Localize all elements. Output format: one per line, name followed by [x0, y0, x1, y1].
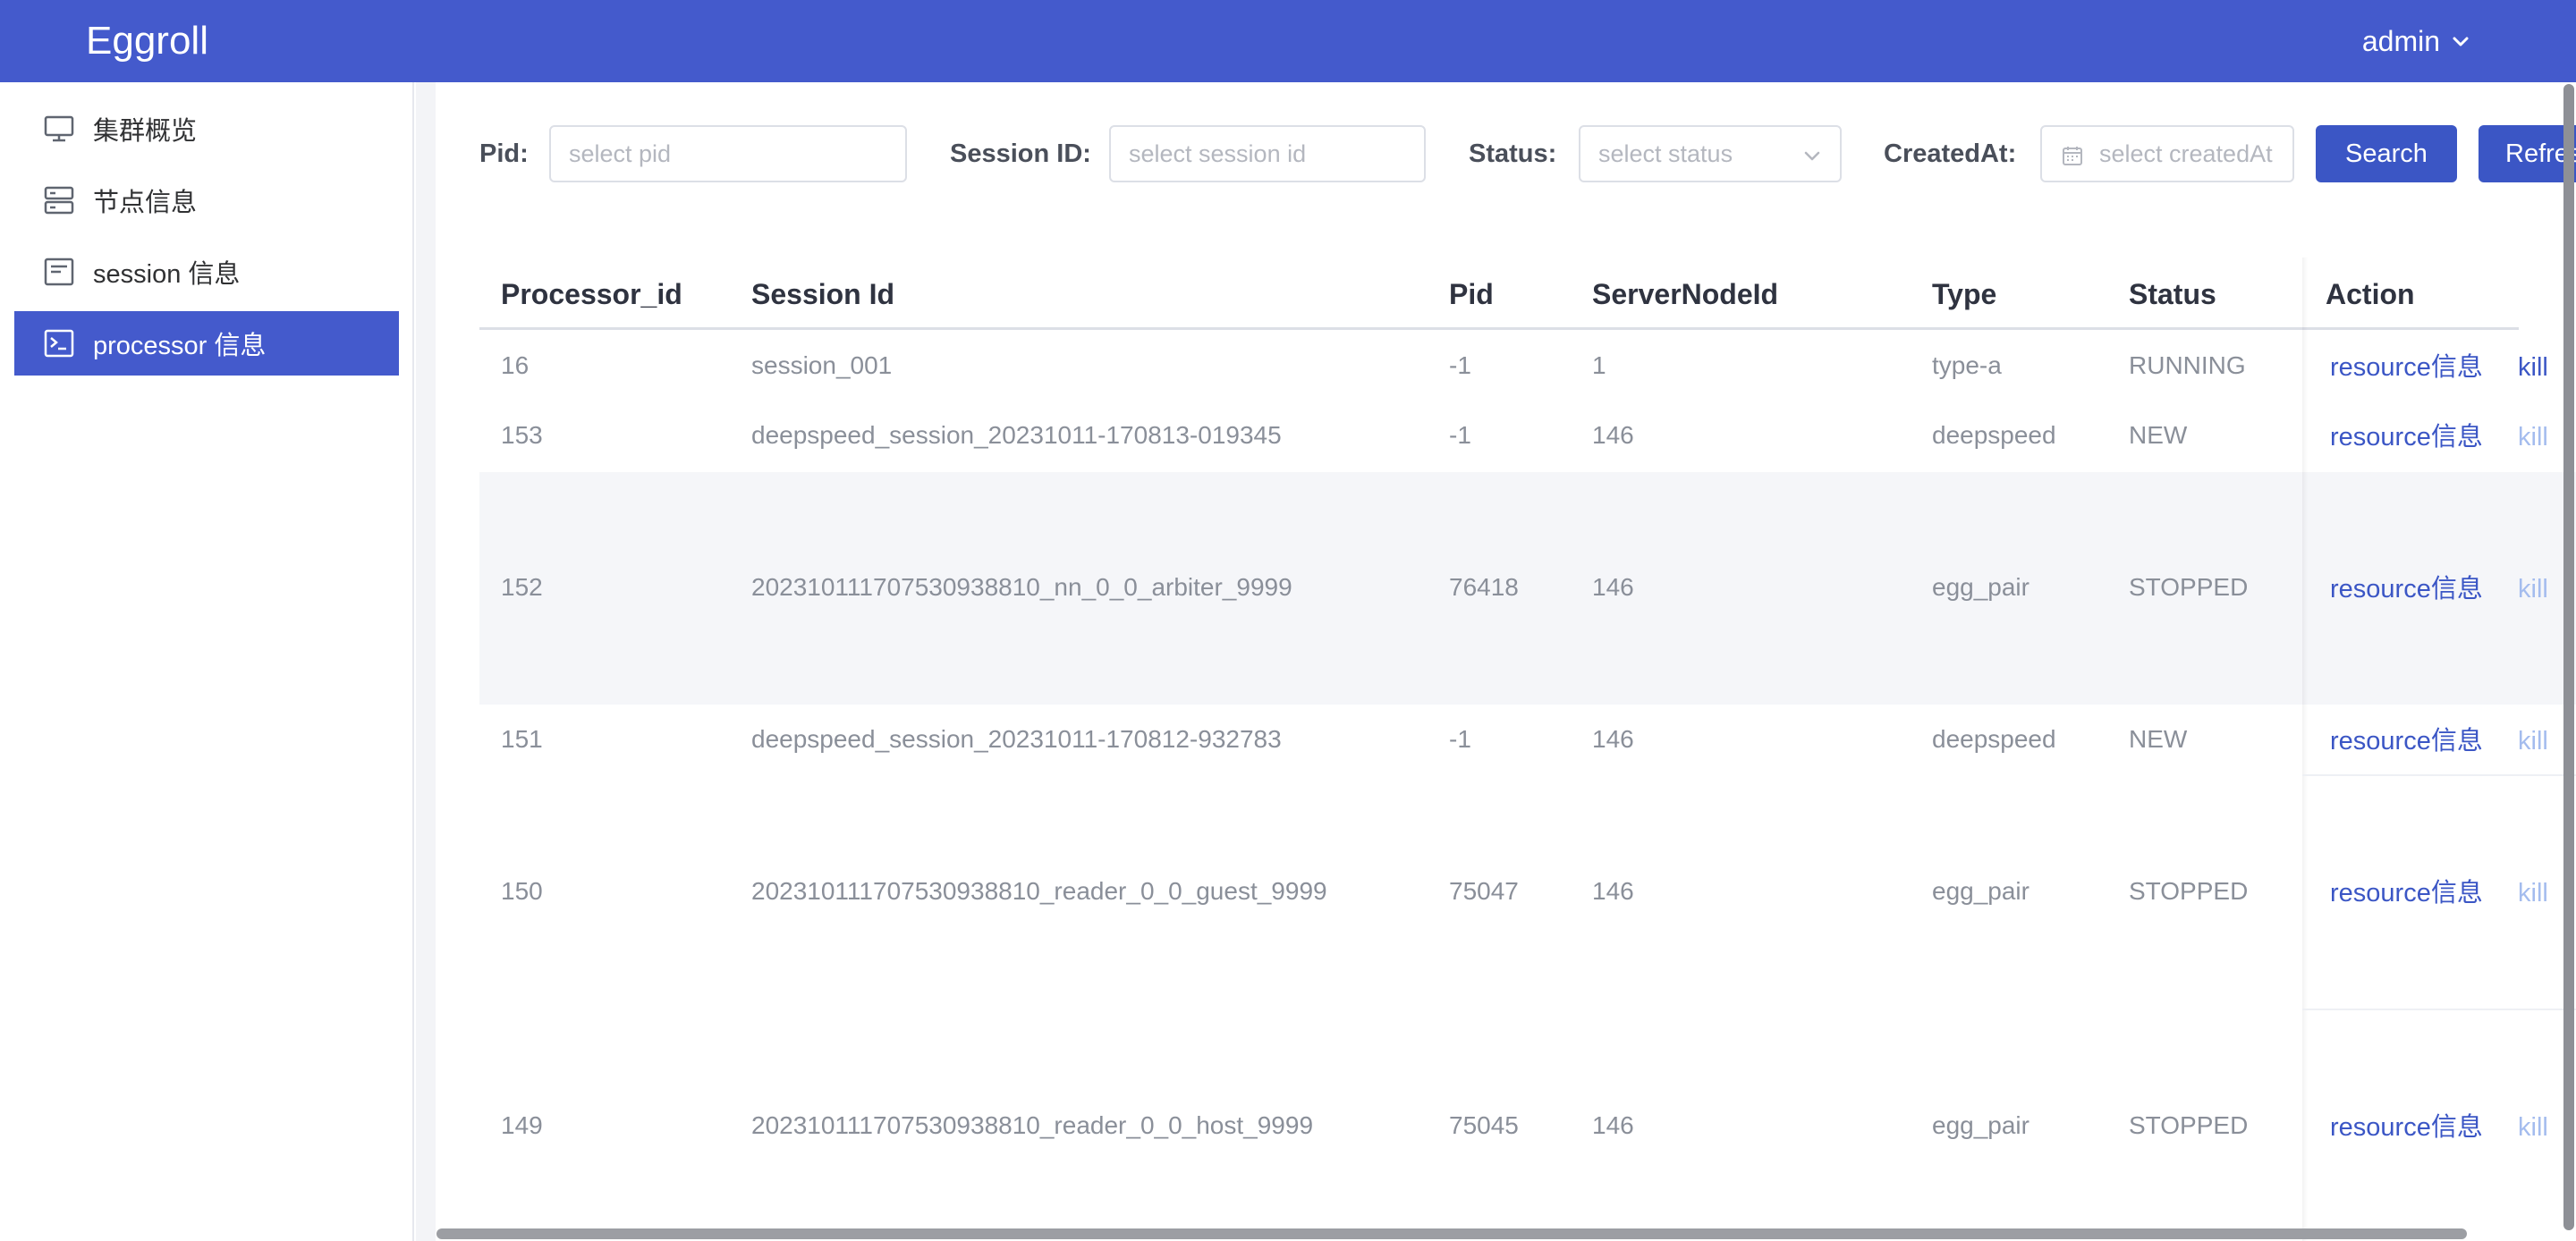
- created-at-placeholder: select createdAt: [2099, 139, 2273, 167]
- sidebar-item-label: 节点信息: [93, 189, 198, 217]
- user-menu[interactable]: admin: [2362, 21, 2470, 61]
- cell-pid: 76418: [1449, 573, 1519, 601]
- created-at-picker[interactable]: select createdAt: [2040, 125, 2294, 182]
- resource-info-link[interactable]: resource信息: [2330, 878, 2483, 908]
- server-icon: [44, 186, 74, 215]
- cell-processor-id: 16: [501, 351, 530, 379]
- kill-button[interactable]: kill: [2518, 1112, 2548, 1143]
- resource-info-link[interactable]: resource信息: [2330, 1112, 2483, 1143]
- row-divider: [2302, 774, 2576, 776]
- status-select-placeholder: select status: [1598, 139, 1733, 167]
- column-header-session-id[interactable]: Session Id: [751, 277, 894, 311]
- cell-type: deepspeed: [1932, 725, 2056, 753]
- cell-pid: -1: [1449, 421, 1471, 449]
- cell-server-node-id: 1: [1592, 351, 1606, 379]
- cell-server-node-id: 146: [1592, 421, 1634, 449]
- resource-info-link[interactable]: resource信息: [2330, 574, 2483, 604]
- sidebar-item-node-info[interactable]: 节点信息: [14, 168, 399, 232]
- kill-button[interactable]: kill: [2518, 422, 2548, 452]
- cell-server-node-id: 146: [1592, 877, 1634, 905]
- sidebar-item-label: 集群概览: [93, 117, 198, 146]
- status-select[interactable]: select status: [1579, 125, 1842, 182]
- cell-server-node-id: 146: [1592, 1111, 1634, 1139]
- cell-status: STOPPED: [2129, 877, 2249, 905]
- cell-session-id: deepspeed_session_20231011-170812-932783: [751, 725, 1282, 753]
- cell-processor-id: 153: [501, 421, 543, 449]
- status-label: Status:: [1469, 139, 1557, 168]
- kill-button[interactable]: kill: [2518, 878, 2548, 908]
- cell-type: deepspeed: [1932, 421, 2056, 449]
- sidebar-item-label: session 信息: [93, 260, 241, 289]
- refresh-button[interactable]: Refresh: [2479, 125, 2576, 182]
- sidebar-item-session-info[interactable]: session 信息: [14, 240, 399, 304]
- column-header-server-node-id[interactable]: ServerNodeId: [1592, 277, 1778, 311]
- resource-info-link[interactable]: resource信息: [2330, 352, 2483, 383]
- column-header-type[interactable]: Type: [1932, 277, 1996, 311]
- cell-pid: -1: [1449, 351, 1471, 379]
- cell-session-id: 202310111707530938810_nn_0_0_arbiter_999…: [751, 573, 1292, 601]
- cell-pid: -1: [1449, 725, 1471, 753]
- monitor-icon: [44, 115, 74, 142]
- session-id-label: Session ID:: [950, 139, 1091, 168]
- cell-session-id: 202310111707530938810_reader_0_0_host_99…: [751, 1111, 1314, 1139]
- column-header-pid[interactable]: Pid: [1449, 277, 1494, 311]
- vertical-scrollbar[interactable]: [2563, 84, 2574, 1230]
- cell-type: egg_pair: [1932, 573, 2029, 601]
- kill-button[interactable]: kill: [2518, 726, 2548, 756]
- row-divider: [2302, 1009, 2576, 1010]
- column-header-action: Action: [2326, 278, 2415, 310]
- column-header-status[interactable]: Status: [2129, 277, 2216, 311]
- sidebar-item-cluster-overview[interactable]: 集群概览: [14, 97, 399, 161]
- cell-type: type-a: [1932, 351, 2002, 379]
- kill-button[interactable]: kill: [2518, 574, 2548, 604]
- cell-processor-id: 150: [501, 877, 543, 905]
- cell-processor-id: 152: [501, 573, 543, 601]
- chevron-down-icon: [1804, 151, 1820, 161]
- pid-input[interactable]: [549, 125, 907, 182]
- sidebar-item-label: processor 信息: [93, 332, 267, 360]
- pid-label: Pid:: [479, 139, 529, 168]
- sidebar: 集群概览 节点信息 session 信息 processor 信息: [0, 82, 414, 1241]
- cell-processor-id: 149: [501, 1111, 543, 1139]
- horizontal-scrollbar[interactable]: [436, 1228, 2467, 1239]
- cell-session-id: session_001: [751, 351, 893, 379]
- cell-status: STOPPED: [2129, 1111, 2249, 1139]
- cell-type: egg_pair: [1932, 877, 2029, 905]
- column-header-processor-id[interactable]: Processor_id: [501, 277, 682, 311]
- cell-status: RUNNING: [2129, 351, 2246, 379]
- fixed-column-shadow: [2302, 257, 2308, 1241]
- app-title: Eggroll: [86, 19, 208, 63]
- search-button[interactable]: Search: [2316, 125, 2457, 182]
- cell-server-node-id: 146: [1592, 573, 1634, 601]
- chevron-down-icon: [2453, 37, 2469, 46]
- cell-server-node-id: 146: [1592, 725, 1634, 753]
- window-icon: [44, 257, 74, 286]
- user-name: admin: [2361, 24, 2440, 57]
- cell-status: STOPPED: [2129, 573, 2249, 601]
- cell-pid: 75045: [1449, 1111, 1519, 1139]
- cell-session-id: deepspeed_session_20231011-170813-019345: [751, 421, 1282, 449]
- session-id-input[interactable]: [1109, 125, 1426, 182]
- table-header-divider: [479, 327, 2519, 330]
- sidebar-item-processor-info[interactable]: processor 信息: [14, 311, 399, 376]
- cell-status: NEW: [2129, 421, 2188, 449]
- cell-type: egg_pair: [1932, 1111, 2029, 1139]
- resource-info-link[interactable]: resource信息: [2330, 422, 2483, 452]
- created-at-label: CreatedAt:: [1884, 139, 2017, 168]
- cell-status: NEW: [2129, 725, 2188, 753]
- kill-button[interactable]: kill: [2518, 352, 2548, 383]
- resource-info-link[interactable]: resource信息: [2330, 726, 2483, 756]
- calendar-icon: [2063, 147, 2082, 165]
- cell-processor-id: 151: [501, 725, 543, 753]
- terminal-icon: [44, 329, 74, 358]
- cell-session-id: 202310111707530938810_reader_0_0_guest_9…: [751, 877, 1327, 905]
- top-header: Eggroll admin: [0, 0, 2576, 82]
- cell-pid: 75047: [1449, 877, 1519, 905]
